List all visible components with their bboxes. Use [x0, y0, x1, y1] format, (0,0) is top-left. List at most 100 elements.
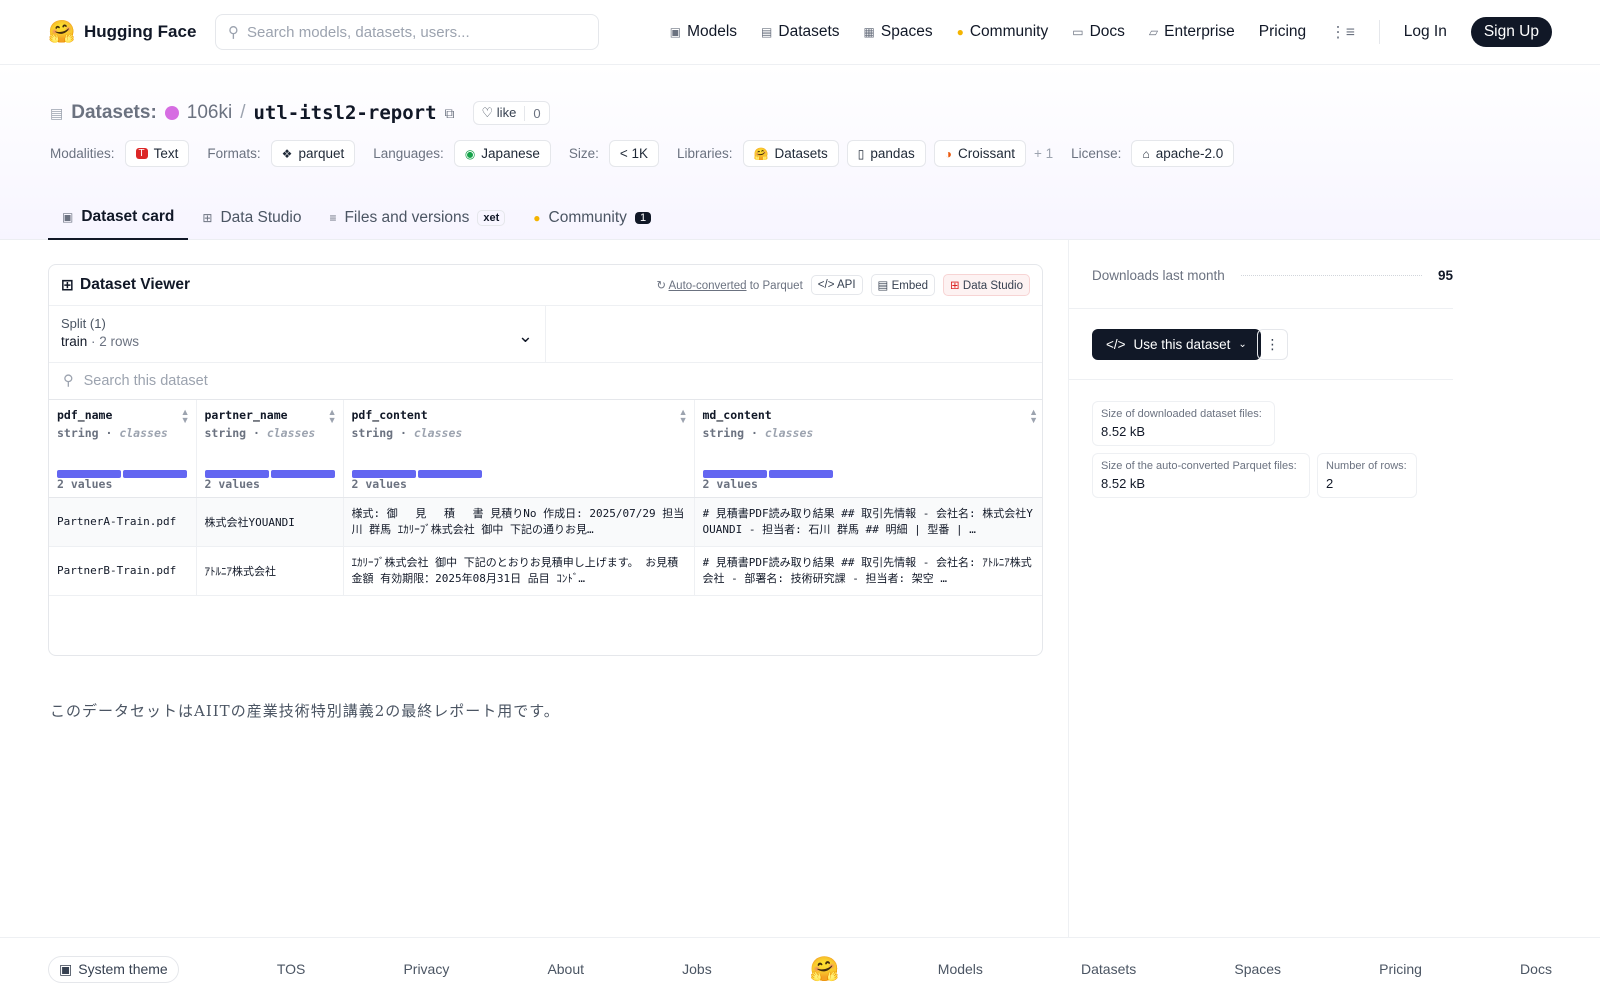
cell-text: 様式: 御 見 積 書 見積りNo 作成日: 2025/07/29 担当 川 群… [351, 506, 685, 536]
column-header[interactable]: pdf_content string · classes ▲ ▼ 2 values [343, 400, 695, 498]
language-chip-japanese[interactable]: ◉ Japanese [453, 140, 551, 167]
like-button[interactable]: ♡ like 0 [472, 101, 550, 125]
footer-link-models[interactable]: Models [938, 961, 983, 977]
nav-docs[interactable]: ▭ Docs [1072, 23, 1125, 41]
system-theme-button[interactable]: ▣ System theme [48, 955, 179, 983]
top-navigation: 🤗 Hugging Face ⚲ Search models, datasets… [0, 0, 1600, 65]
auto-converted-link[interactable]: Auto-converted [669, 280, 747, 292]
footer-link-spaces[interactable]: Spaces [1234, 961, 1281, 977]
nav-pricing[interactable]: Pricing [1259, 23, 1306, 41]
repo-name-link[interactable]: utl-itsl2-report [253, 102, 436, 124]
dotted-leader [1240, 275, 1422, 276]
table-cell[interactable]: ｱﾄﾙﾆｱ株式会社 [196, 546, 344, 596]
library-chip-datasets[interactable]: 🤗 Datasets [742, 140, 839, 167]
table-cell[interactable]: PartnerB-Train.pdf [49, 546, 197, 596]
nav-spaces[interactable]: ▦ Spaces [864, 23, 933, 41]
table-row[interactable]: PartnerA-Train.pdf 株式会社YOUANDI 様式: 御 見 積… [49, 497, 1042, 547]
library-chip-pandas[interactable]: ▯ pandas [846, 140, 926, 167]
tab-files-and-versions[interactable]: ≡ Files and versions xet [315, 196, 519, 240]
table-cell[interactable]: # 見積書PDF読み取り結果 ## 取引先情報 - 会社名: ｱﾄﾙﾆｱ株式会社… [694, 546, 1042, 596]
copy-icon[interactable]: ⧉ [445, 105, 455, 122]
nav-enterprise[interactable]: ▱ Enterprise [1149, 23, 1235, 41]
downloads-label: Downloads last month [1092, 268, 1225, 283]
column-type-name: string [57, 426, 99, 440]
brand-logo-link[interactable]: 🤗 Hugging Face [48, 18, 215, 46]
footer-link-about[interactable]: About [547, 961, 584, 977]
modality-chip-text[interactable]: T Text [124, 140, 190, 167]
nav-docs-label: Docs [1089, 23, 1125, 40]
signup-button[interactable]: Sign Up [1470, 17, 1552, 47]
sort-icon[interactable]: ▲ ▼ [1029, 408, 1038, 425]
dataset-search-input[interactable]: ⚲ Search this dataset [49, 363, 1042, 400]
format-chip-parquet[interactable]: ❖ parquet [270, 140, 356, 167]
sidebar-divider [1068, 308, 1453, 309]
nav-enterprise-label: Enterprise [1164, 23, 1235, 40]
value-count: 2 values [351, 476, 407, 491]
globe-icon: ◉ [464, 146, 476, 161]
heart-icon: ♡ like [481, 105, 517, 120]
downloads-count: 95 [1437, 268, 1453, 283]
num-rows-stat: Number of rows: 2 [1317, 453, 1417, 498]
libraries-more[interactable]: + 1 [1034, 146, 1053, 161]
login-link[interactable]: Log In [1404, 23, 1447, 41]
table-cell[interactable]: # 見積書PDF読み取り結果 ## 取引先情報 - 会社名: 株式会社YOUAN… [694, 497, 1042, 547]
table-cell[interactable]: 様式: 御 見 積 書 見積りNo 作成日: 2025/07/29 担当 川 群… [343, 497, 695, 547]
table-cell[interactable]: ｴｶﾘｰﾌﾞ株式会社 御中 下記のとおりお見積申し上げます。 お見積金額 有効期… [343, 546, 695, 596]
use-button-label: Use this dataset [1133, 337, 1231, 352]
column-header[interactable]: pdf_name string · classes ▲ ▼ 2 values [49, 400, 197, 498]
use-this-dataset-button[interactable]: </> Use this dataset ⌄ [1092, 329, 1261, 360]
pandas-icon: ▯ [857, 146, 865, 161]
license-chip[interactable]: ⌂ apache-2.0 [1131, 140, 1235, 167]
library-chip-croissant[interactable]: ◑ Croissant [933, 140, 1026, 167]
cube-icon: ▣ [62, 210, 74, 224]
tab-data-studio[interactable]: ⊞ Data Studio [188, 196, 315, 240]
hugging-face-logo-icon[interactable]: 🤗 [810, 955, 840, 984]
footer-link-jobs[interactable]: Jobs [682, 961, 712, 977]
sort-icon[interactable]: ▲ ▼ [181, 408, 190, 425]
more-menu-icon[interactable]: ⋮≡ [1330, 23, 1355, 42]
column-kind: classes [413, 426, 463, 440]
search-icon: ⚲ [63, 373, 74, 389]
column-type: string · classes [702, 426, 814, 440]
format-label: parquet [298, 146, 345, 161]
size-chip[interactable]: < 1K [608, 140, 660, 167]
split-row: Split (1) train · 2 rows ⌄ [49, 306, 1042, 363]
repo-header: ▤ Datasets: 106ki / utl-itsl2-report ⧉ ♡… [0, 65, 1600, 240]
modalities-group: Modalities: T Text [50, 140, 190, 167]
footer-link-tos[interactable]: TOS [277, 961, 306, 977]
tab-dataset-card[interactable]: ▣ Dataset card [48, 196, 189, 240]
database-icon: ▤ [761, 25, 773, 39]
split-selector[interactable]: Split (1) train · 2 rows ⌄ [49, 306, 546, 362]
column-header[interactable]: partner_name string · classes ▲ ▼ 2 value… [196, 400, 344, 498]
table-cell[interactable]: 株式会社YOUANDI [196, 497, 344, 547]
sort-icon[interactable]: ▲ ▼ [679, 408, 688, 425]
size-label: Size: [568, 146, 599, 161]
table-icon: ⊞ [61, 276, 74, 294]
footer-link-docs[interactable]: Docs [1520, 961, 1552, 977]
nav-datasets[interactable]: ▤ Datasets [761, 23, 840, 41]
language-label: Japanese [481, 146, 540, 161]
languages-group: Languages: ◉ Japanese [373, 140, 551, 167]
tab-community[interactable]: ● Community 1 [519, 196, 665, 240]
data-studio-button[interactable]: ⊞ Data Studio [943, 274, 1030, 296]
api-button[interactable]: </> API [810, 275, 863, 295]
nav-divider [1378, 20, 1380, 44]
sort-icon[interactable]: ▲ ▼ [328, 408, 337, 425]
nav-models[interactable]: ▣ Models [670, 23, 737, 41]
files-icon: ≡ [329, 211, 337, 225]
repo-owner-link[interactable]: 106ki [187, 102, 232, 124]
table-row[interactable]: PartnerB-Train.pdf ｱﾄﾙﾆｱ株式会社 ｴｶﾘｰﾌﾞ株式会社 … [49, 546, 1042, 596]
footer-link-pricing[interactable]: Pricing [1379, 961, 1422, 977]
embed-button[interactable]: ▤ Embed [870, 274, 936, 296]
modalities-label: Modalities: [50, 146, 115, 161]
footer-link-datasets[interactable]: Datasets [1081, 961, 1136, 977]
nav-community[interactable]: ● Community [957, 23, 1049, 41]
repo-type-label[interactable]: Datasets: [71, 102, 157, 124]
more-options-icon[interactable]: ⋮ [1257, 329, 1288, 360]
footer-link-privacy[interactable]: Privacy [403, 961, 449, 977]
hugging-face-icon: 🤗 [753, 146, 769, 161]
column-header[interactable]: md_content string · classes ▲ ▼ 2 values [694, 400, 1042, 498]
table-cell[interactable]: PartnerA-Train.pdf [49, 497, 197, 547]
tab-label: Files and versions [344, 209, 470, 226]
search-input[interactable]: ⚲ Search models, datasets, users... [215, 14, 599, 50]
